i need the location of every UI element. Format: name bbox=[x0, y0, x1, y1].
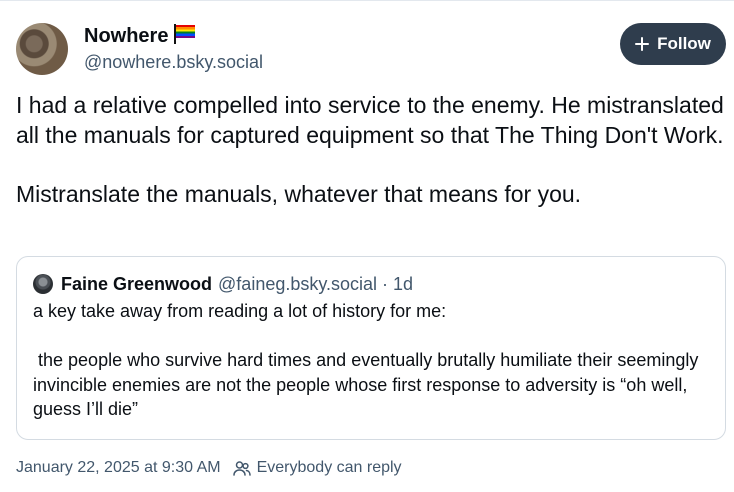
post-timestamp[interactable]: January 22, 2025 at 9:30 AM bbox=[16, 459, 221, 477]
post-thread-item: Nowhere @nowhere.bsky.social Follow I ha… bbox=[0, 0, 734, 492]
post-paragraph: Mistranslate the manuals, whatever that … bbox=[16, 180, 582, 207]
people-icon bbox=[232, 461, 251, 476]
quoted-paragraph: the people who survive hard times and ev… bbox=[33, 350, 704, 419]
quoted-author-name: Faine Greenwood bbox=[61, 273, 213, 294]
quoted-post-text: a key take away from reading a lot of hi… bbox=[33, 299, 709, 422]
reply-setting[interactable]: Everybody can reply bbox=[257, 459, 402, 477]
post-footer: January 22, 2025 at 9:30 AM Everybody ca… bbox=[16, 459, 402, 477]
author-display-name[interactable]: Nowhere bbox=[84, 23, 196, 49]
quoted-author-avatar bbox=[33, 274, 53, 294]
author-avatar[interactable] bbox=[16, 23, 68, 75]
post-text: I had a relative compelled into service … bbox=[16, 91, 728, 209]
post-paragraph: I had a relative compelled into service … bbox=[16, 92, 724, 148]
author-handle[interactable]: @nowhere.bsky.social bbox=[84, 51, 263, 73]
quoted-post-time: 1d bbox=[393, 273, 414, 294]
quoted-post-header: Faine Greenwood @faineg.bsky.social · 1d bbox=[33, 273, 413, 295]
quoted-paragraph: a key take away from reading a lot of hi… bbox=[33, 301, 447, 321]
follow-button-label: Follow bbox=[657, 34, 711, 53]
quoted-author-handle: @faineg.bsky.social bbox=[218, 273, 378, 294]
author-name-text: Nowhere bbox=[84, 25, 169, 47]
rainbow-flag-icon bbox=[174, 24, 196, 44]
follow-button[interactable]: Follow bbox=[620, 23, 726, 65]
plus-icon bbox=[635, 37, 650, 51]
quoted-post-card[interactable]: Faine Greenwood @faineg.bsky.social · 1d… bbox=[16, 256, 726, 440]
quoted-separator: · bbox=[382, 273, 389, 294]
